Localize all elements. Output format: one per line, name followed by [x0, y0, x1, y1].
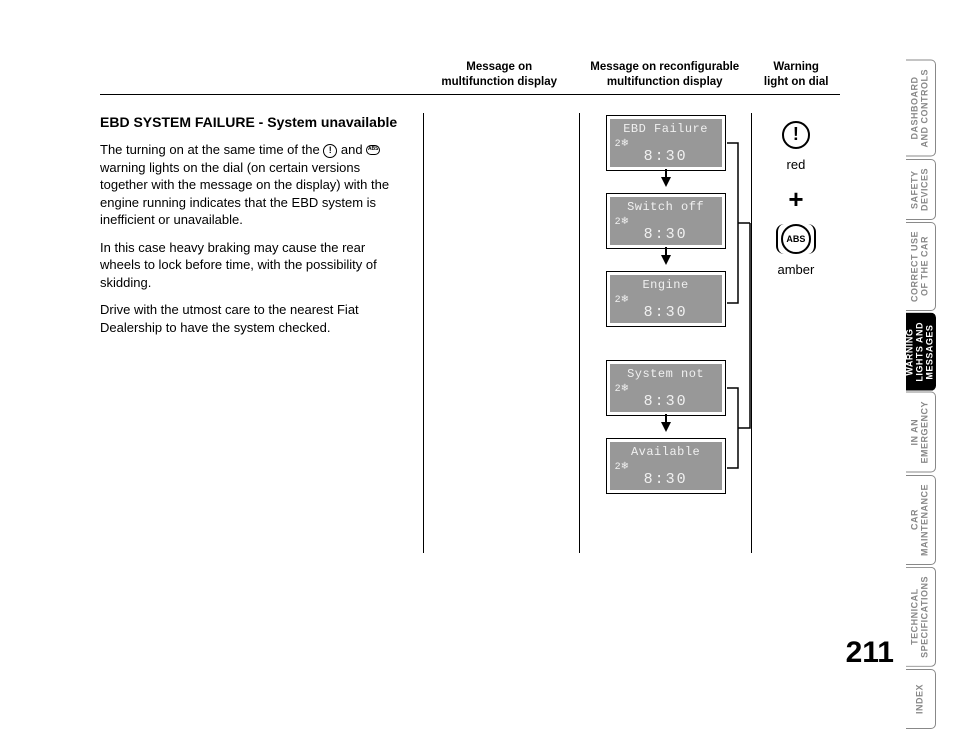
header-reconfigurable: Message on reconfigurablemultifunction d… — [577, 60, 752, 90]
paragraph-3: Drive with the utmost care to the neares… — [100, 301, 408, 336]
lcd-title: Switch off — [615, 200, 717, 214]
lcd-time: 8:30 — [615, 148, 717, 165]
lcd-time: 8:30 — [615, 226, 717, 243]
para1-a: The turning on at the same time of the — [100, 142, 323, 157]
header-multifunction: Message onmultifunction display — [421, 60, 577, 90]
warning-color-amber: amber — [777, 262, 814, 277]
abs-warning-icon: ABS — [781, 224, 811, 254]
lcd-title: EBD Failure — [615, 122, 717, 136]
content-row: EBD SYSTEM FAILURE - System unavailable … — [100, 113, 840, 553]
header-spacer — [100, 60, 421, 90]
section-title: EBD SYSTEM FAILURE - System unavailable — [100, 113, 408, 131]
abs-icon: ABS — [366, 145, 380, 155]
tab-emergency[interactable]: IN ANEMERGENCY — [906, 392, 936, 473]
abs-text: ABS — [786, 234, 805, 244]
para1-b: and — [337, 142, 366, 157]
tab-safety[interactable]: SAFETYDEVICES — [906, 159, 936, 220]
manual-page: Message onmultifunction display Message … — [100, 60, 840, 640]
page-number: 211 — [846, 636, 894, 670]
exclamation-warning-icon: ! — [782, 121, 810, 149]
section-tabs: DASHBOARDAND CONTROLS SAFETYDEVICES CORR… — [906, 60, 936, 729]
column-headers: Message onmultifunction display Message … — [100, 60, 840, 95]
lcd-title: System not — [615, 367, 717, 381]
arrow-down-icon — [661, 422, 671, 432]
tab-warning-lights[interactable]: WARNINGLIGHTS ANDMESSAGES — [906, 313, 936, 391]
para1-c: warning lights on the dial (on certain v… — [100, 160, 389, 228]
tab-correct-use[interactable]: CORRECT USEOF THE CAR — [906, 222, 936, 311]
text-column: EBD SYSTEM FAILURE - System unavailable … — [100, 113, 424, 553]
lcd-screen: System not 2❄ 8:30 — [606, 360, 726, 416]
tab-index[interactable]: INDEX — [906, 669, 936, 729]
plus-icon: + — [788, 186, 803, 212]
warning-color-red: red — [787, 157, 806, 172]
warning-column: ! red + ABS amber — [752, 113, 840, 553]
tab-maintenance[interactable]: CARMAINTENANCE — [906, 475, 936, 565]
lcd-screen: Switch off 2❄ 8:30 — [606, 193, 726, 249]
reconfigurable-column: EBD Failure 2❄ 8:30 Switch off 2❄ 8:30 E… — [580, 113, 751, 553]
header-warning-dial: Warninglight on dial — [752, 60, 840, 90]
icon-glyph: ! — [793, 124, 799, 145]
lcd-screen: EBD Failure 2❄ 8:30 — [606, 115, 726, 171]
tab-dashboard[interactable]: DASHBOARDAND CONTROLS — [906, 60, 936, 157]
paragraph-1: The turning on at the same time of the !… — [100, 141, 408, 229]
exclamation-icon: ! — [323, 144, 337, 158]
arrow-down-icon — [661, 177, 671, 187]
paragraph-2: In this case heavy braking may cause the… — [100, 239, 408, 292]
tab-specifications[interactable]: TECHNICALSPECIFICATIONS — [906, 567, 936, 667]
lcd-time: 8:30 — [615, 304, 717, 321]
lcd-title: Engine — [615, 278, 717, 292]
lcd-title: Available — [615, 445, 717, 459]
lcd-time: 8:30 — [615, 471, 717, 488]
lcd-time: 8:30 — [615, 393, 717, 410]
lcd-screen: Available 2❄ 8:30 — [606, 438, 726, 494]
multifunction-column — [424, 113, 581, 553]
lcd-screen: Engine 2❄ 8:30 — [606, 271, 726, 327]
arrow-down-icon — [661, 255, 671, 265]
